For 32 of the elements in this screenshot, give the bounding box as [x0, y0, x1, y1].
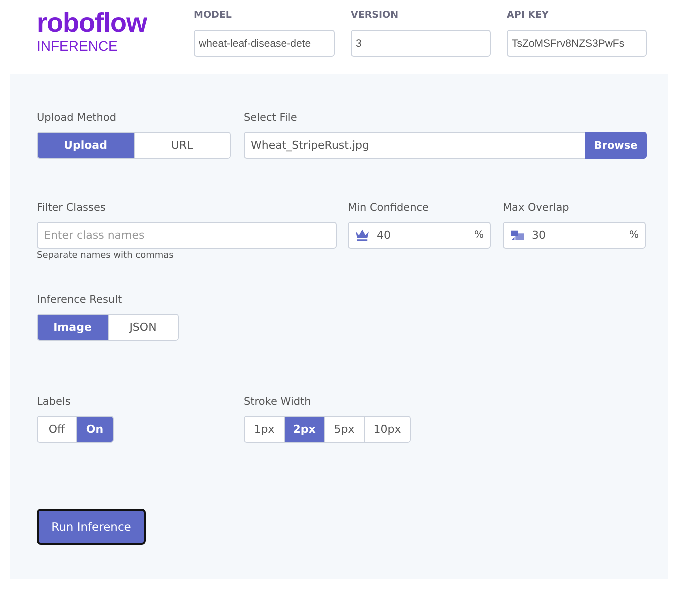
number-field[interactable]: 40 % [348, 222, 491, 249]
field-label: MODEL [194, 10, 233, 23]
toggle-option[interactable]: 10px [364, 417, 410, 442]
text-field[interactable]: wheat-leaf-disease-dete [194, 30, 335, 57]
toggle-option[interactable]: URL [134, 133, 230, 158]
browse-button[interactable]: Browse [585, 132, 647, 159]
overlap-icon [510, 229, 525, 242]
logo-subtitle: INFERENCE [37, 38, 119, 54]
file-name-field[interactable]: Wheat_StripeRust.jpg [244, 132, 585, 159]
text-field[interactable]: 3 [351, 30, 491, 57]
help-text: Separate names with commas [37, 251, 175, 261]
field-label: Inference Result [37, 294, 124, 308]
run-inference-button[interactable]: Run Inference [37, 509, 146, 545]
field-label: Max Overlap [503, 202, 570, 216]
field-label: API KEY [507, 10, 550, 23]
toggle-option[interactable]: Image [38, 315, 108, 340]
toggle-option[interactable]: On [76, 417, 113, 442]
class-filter-field[interactable]: Enter class names [37, 222, 337, 249]
field-label: Stroke Width [244, 396, 312, 410]
field-label: Labels [37, 396, 72, 410]
field-label: VERSION [351, 10, 400, 23]
field-label: Filter Classes [37, 202, 107, 216]
field-label: Select File [244, 112, 298, 126]
toggle-option[interactable]: Upload [38, 133, 134, 158]
field-label: Min Confidence [348, 202, 430, 216]
field-label: Upload Method [37, 112, 118, 126]
crown-icon [355, 229, 370, 242]
toggle-option[interactable]: JSON [108, 315, 178, 340]
text-field[interactable]: TsZoMSFrv8NZS3PwFs [507, 30, 647, 57]
logo-wordmark: roboflow [37, 10, 148, 37]
toggle-option[interactable]: 2px [284, 417, 324, 442]
number-field[interactable]: 30 % [503, 222, 646, 249]
